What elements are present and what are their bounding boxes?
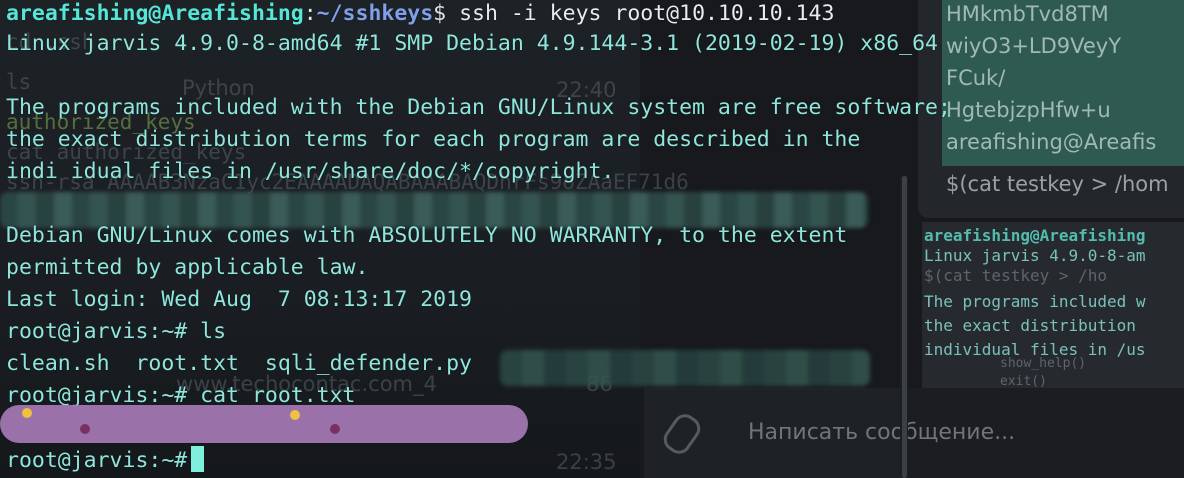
bubble-text: HgtebjzpHfw+u <box>946 98 1111 122</box>
sticker-decoration <box>330 424 340 434</box>
sticker-decoration <box>290 410 300 420</box>
terminal-line: Linux jarvis 4.9.0-8-amd64 #1 SMP Debian… <box>6 31 938 56</box>
terminal-line: the exact distribution terms for each pr… <box>6 127 861 152</box>
terminal-final-prompt-line: root@jarvis:~# <box>6 446 205 475</box>
code-line: exit() <box>1000 374 1047 389</box>
code-line: the exact distribution <box>924 316 1136 335</box>
message-input[interactable]: Написать сообщение... <box>748 420 1015 445</box>
bubble-text: areafishing@Areafis <box>946 130 1157 154</box>
code-line: show_help() <box>1000 356 1087 371</box>
bubble-command: $(cat testkey > /hom <box>946 172 1169 196</box>
bubble-text: FCuk/ <box>946 66 1006 90</box>
bubble-text: wiyO3+LD9VeyY <box>946 34 1122 58</box>
terminal-line: Debian GNU/Linux comes with ABSOLUTELY N… <box>6 223 848 248</box>
sticker-decoration <box>22 408 32 418</box>
scribble-redaction <box>0 405 528 443</box>
code-line: Linux jarvis 4.9.0-8-am <box>924 246 1146 265</box>
terminal-line: root@jarvis:~# ls <box>6 319 227 344</box>
prompt-dollar: $ <box>433 1 447 26</box>
terminal-line: indi idual files in /usr/share/doc/*/cop… <box>6 159 615 184</box>
bubble-text: HMkmbTvd8TM <box>946 2 1109 26</box>
terminal-line: The programs included with the Debian GN… <box>6 95 951 120</box>
scrollbar-thumb[interactable] <box>902 176 907 478</box>
pixelated-redaction <box>500 350 870 386</box>
terminal-cursor <box>191 446 205 472</box>
code-line: The programs included w <box>924 292 1146 311</box>
ghost-text: ls <box>6 70 32 94</box>
terminal-line: Last login: Wed Aug 7 08:13:17 2019 <box>6 287 472 312</box>
sticker-decoration <box>80 424 90 434</box>
final-prompt: root@jarvis:~# <box>6 448 188 473</box>
prompt-user: areafishing@Areafishing <box>6 1 304 26</box>
terminal-command-line: areafishing@Areafishing:~/sshkeys$ ssh -… <box>6 0 834 28</box>
prompt-separator: : <box>303 1 317 26</box>
code-line: $(cat testkey > /ho <box>924 266 1108 285</box>
terminal-line: permitted by applicable law. <box>6 255 369 280</box>
ghost-time: 22:35 <box>556 450 617 474</box>
code-line: areafishing@Areafishing <box>924 226 1146 245</box>
terminal-line: clean.sh root.txt sqli_defender.py <box>6 351 472 376</box>
command-text: ssh -i keys root@10.10.10.143 <box>446 1 835 26</box>
prompt-path: ~/sshkeys <box>316 1 434 26</box>
